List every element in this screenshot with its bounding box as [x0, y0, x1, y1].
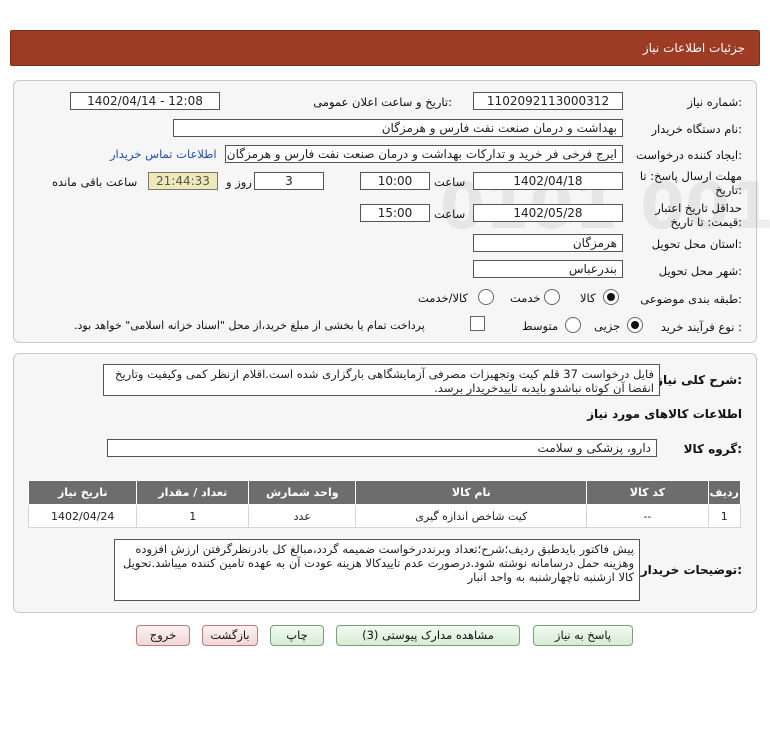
need-number-label: شماره نیاز:: [687, 95, 742, 109]
validity-label-line2: قیمت: تا تاریخ:: [670, 215, 742, 229]
buyer-contact-link[interactable]: اطلاعات تماس خریدار: [110, 147, 217, 161]
deadline-time-label: ساعت: [434, 175, 466, 189]
back-button[interactable]: بازگشت: [202, 625, 258, 646]
cell-goods-name: کیت شاخص اندازه گیری: [355, 504, 588, 528]
cell-need-date: 1402/04/24: [27, 504, 138, 528]
buyer-org-label: نام دستگاه خریدار:: [651, 122, 742, 136]
attachments-button[interactable]: مشاهده مدارک پیوستی (3): [336, 625, 520, 646]
process-minor-label: جزیی: [594, 319, 621, 333]
category-goods-label: کالا: [580, 291, 596, 305]
validity-date-field: 1402/05/28: [473, 204, 623, 222]
process-medium-label: متوسط: [522, 319, 559, 333]
process-type-label: نوع فرآیند خرید :: [660, 320, 742, 334]
creator-label: ایجاد کننده درخواست:: [636, 148, 742, 162]
remaining-time-label: ساعت باقی مانده: [52, 175, 138, 189]
page-title: جزئیات اطلاعات نیاز: [642, 41, 745, 55]
category-label: طبقه بندی موضوعی:: [640, 292, 742, 306]
validity-time-label: ساعت: [434, 207, 466, 221]
category-goods-service-label: کالا/خدمت: [418, 291, 469, 305]
reply-button[interactable]: پاسخ به نیاز: [533, 625, 633, 646]
city-label: شهر محل تحویل:: [658, 264, 742, 278]
category-goods-radio[interactable]: [603, 289, 619, 305]
province-field: هرمزگان: [473, 234, 623, 252]
goods-table: ردیف کد کالا نام کالا واحد شمارش تعداد /…: [27, 480, 742, 528]
cell-row-number: 1: [707, 504, 742, 528]
days-label: روز و: [226, 175, 252, 189]
goods-group-label: گروه کالا:: [683, 442, 742, 456]
announce-date-field: 1402/04/14 - 12:08: [70, 92, 220, 110]
category-service-label: خدمت: [510, 291, 541, 305]
validity-time-field: 15:00: [360, 204, 430, 222]
description-label: شرح کلی نیاز:: [656, 373, 742, 387]
remaining-time-field: 21:44:33: [148, 172, 218, 190]
province-label: استان محل تحویل:: [651, 237, 742, 251]
cell-goods-code: --: [586, 504, 709, 528]
col-header-row: ردیف: [707, 480, 742, 505]
cell-quantity: 1: [136, 504, 250, 528]
col-header-date: تاریخ نیاز: [27, 480, 138, 505]
validity-label-line1: حداقل تاریخ اعتبار: [655, 201, 742, 215]
deadline-date-field: 1402/04/18: [473, 172, 623, 190]
table-row: 1 -- کیت شاخص اندازه گیری عدد 1 1402/04/…: [27, 504, 742, 528]
page-header: جزئیات اطلاعات نیاز: [10, 30, 760, 66]
goods-section-title: اطلاعات کالاهای مورد نیاز: [587, 407, 742, 421]
category-service-radio[interactable]: [544, 289, 560, 305]
treasury-payment-note: پرداخت تمام یا بخشی از مبلغ خرید،از محل …: [74, 319, 425, 332]
days-remaining-field: 3: [254, 172, 324, 190]
col-header-code: کد کالا: [586, 480, 709, 505]
buyer-org-field: بهداشت و درمان صنعت نفت فارس و هرمزگان: [173, 119, 623, 137]
deadline-label-line2: تاریخ:: [715, 183, 742, 197]
print-button[interactable]: چاپ: [270, 625, 324, 646]
col-header-name: نام کالا: [355, 480, 588, 505]
description-text: فایل درخواست 37 قلم کیت وتجهیزات مصرفی آ…: [103, 364, 660, 396]
treasury-payment-checkbox[interactable]: [470, 316, 485, 331]
goods-group-field: دارو، پزشکی و سلامت: [107, 439, 657, 457]
col-header-unit: واحد شمارش: [248, 480, 357, 505]
process-medium-radio[interactable]: [565, 317, 581, 333]
city-field: بندرعباس: [473, 260, 623, 278]
exit-button[interactable]: خروج: [136, 625, 190, 646]
buyer-notes-label: توضیحات خریدار:: [640, 563, 742, 577]
cell-unit: عدد: [248, 504, 357, 528]
deadline-time-field: 10:00: [360, 172, 430, 190]
category-goods-service-radio[interactable]: [478, 289, 494, 305]
process-minor-radio[interactable]: [627, 317, 643, 333]
creator-field: ایرج فرخی فر خرید و تدارکات بهداشت و درم…: [225, 145, 623, 163]
deadline-label-line1: مهلت ارسال پاسخ: تا: [639, 169, 742, 183]
col-header-quantity: تعداد / مقدار: [136, 480, 250, 505]
need-number-field: 1102092113000312: [473, 92, 623, 110]
announce-date-label: تاریخ و ساعت اعلان عمومی:: [313, 95, 452, 109]
buyer-notes-text: پیش فاکتور بایدطبق ردیف؛شرح؛تعداد وبرندد…: [114, 539, 640, 601]
